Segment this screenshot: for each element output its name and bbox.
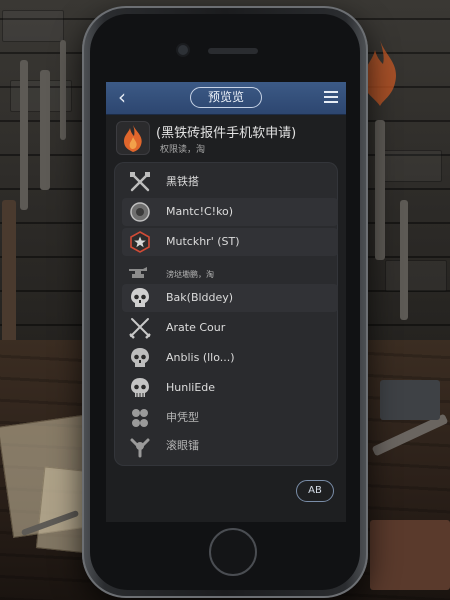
crossed-swords-icon: [129, 318, 151, 339]
hanging-pliers: [40, 70, 50, 190]
phone-screen: ‹ 预览览 (黑铁砖报件手机软申请) 权限读，淘 黑铁搭 Mantc!C!ko)…: [106, 82, 346, 522]
list-item-label: Mutckhr' (ST): [166, 235, 240, 248]
hanging-tool: [375, 120, 385, 260]
crossed-tools-icon: [130, 172, 150, 192]
list-item[interactable]: Anblis (llo...): [122, 344, 338, 372]
chevron-left-icon: ‹: [118, 85, 126, 109]
hanging-screwdriver: [60, 40, 66, 140]
section-label: 滂垯墈鹏，淘: [166, 270, 214, 279]
list-item[interactable]: Mantc!C!ko): [122, 198, 338, 226]
front-camera: [178, 45, 188, 55]
flame-icon: [124, 125, 142, 152]
top-nav-bar: ‹ 预览览: [106, 82, 346, 115]
hanging-wrench: [20, 60, 28, 210]
list-item-label: Mantc!C!ko): [166, 205, 234, 218]
list-item-label: Bak(Blddey): [166, 291, 234, 304]
tool-box: [370, 520, 450, 590]
list-item-label: 滚眼镭: [166, 439, 199, 452]
app-icon: [116, 121, 150, 155]
brick: [380, 150, 442, 182]
metal-block: [380, 380, 440, 420]
brick: [2, 10, 64, 42]
hanging-tool: [400, 200, 408, 320]
list-item-label: HunliEde: [166, 381, 216, 394]
list-item[interactable]: Arate Cour: [122, 314, 338, 342]
bones-icon: [130, 438, 150, 458]
list-item[interactable]: 滚眼镭: [122, 432, 338, 460]
app-header: (黑铁砖报件手机软申请) 权限读，淘: [106, 115, 346, 161]
skull-icon: [131, 288, 149, 307]
ab-button[interactable]: AB: [296, 480, 334, 502]
app-subtitle: 权限读，淘: [160, 145, 206, 155]
list-item-label: 黑铁搭: [166, 175, 199, 188]
earpiece-speaker: [208, 48, 258, 54]
list-item[interactable]: 申凭型: [122, 404, 338, 432]
anvil-icon: [129, 267, 147, 278]
home-button[interactable]: [209, 528, 257, 576]
settings-card: 黑铁搭 Mantc!C!ko) Mutckhr' (ST) 滂垯墈鹏，淘 Bak…: [114, 162, 338, 466]
round-shield-icon: [130, 202, 150, 222]
screen-title: 预览览: [190, 87, 262, 108]
star-badge-icon: [130, 231, 150, 253]
list-item-label: 申凭型: [166, 411, 199, 424]
list-item[interactable]: HunliEde: [122, 374, 338, 402]
brick: [385, 260, 447, 292]
app-name: (黑铁砖报件手机软申请): [156, 126, 297, 141]
list-item[interactable]: Mutckhr' (ST): [122, 228, 338, 256]
list-item[interactable]: Bak(Blddey): [122, 284, 338, 312]
list-item-label: Arate Cour: [166, 321, 226, 334]
hamburger-icon: [324, 91, 338, 93]
back-button[interactable]: ‹: [110, 85, 134, 109]
list-item[interactable]: 黑铁搭: [122, 168, 338, 196]
bones-icon: [132, 409, 148, 427]
skull-icon: [131, 348, 149, 367]
skull-icon: [131, 378, 149, 397]
menu-button[interactable]: [324, 91, 338, 103]
list-item-label: Anblis (llo...): [166, 351, 235, 364]
